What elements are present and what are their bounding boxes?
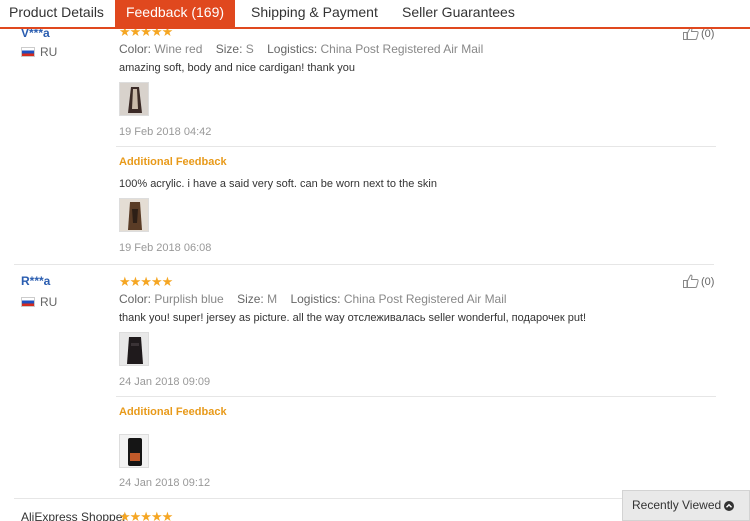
buyer-name[interactable]: R***a <box>21 274 50 288</box>
tab-bar: Product Details Feedback (169) Shipping … <box>0 0 750 29</box>
chevron-up-icon <box>724 501 734 511</box>
size-label: Size: <box>237 292 264 306</box>
logistics-value: China Post Registered Air Mail <box>343 292 507 306</box>
review-text: amazing soft, body and nice cardigan! th… <box>119 62 356 74</box>
logistics-label: Logistics: <box>290 292 341 306</box>
star-rating: ★★★★★ <box>119 509 173 521</box>
size-value: M <box>267 292 278 306</box>
tab-seller-guarantees[interactable]: Seller Guarantees <box>402 0 515 27</box>
review-text: thank you! super! jersey as picture. all… <box>119 312 587 324</box>
helpful-count: (0) <box>701 276 715 288</box>
tab-shipping-payment[interactable]: Shipping & Payment <box>251 0 378 27</box>
additional-feedback-text: 100% acrylic. i have a said very soft. c… <box>119 178 437 190</box>
helpful-button[interactable]: (0) <box>683 274 714 288</box>
additional-photo <box>120 199 148 231</box>
buyer-country: RU <box>21 45 57 59</box>
thumbs-up-icon <box>683 274 699 288</box>
additional-photo-thumbnail[interactable] <box>119 434 149 468</box>
star-rating: ★★★★★ <box>119 274 173 289</box>
review-photo <box>120 333 148 365</box>
order-info: Color: Wine red Size: S Logistics: China… <box>119 42 483 56</box>
helpful-count: (0) <box>701 28 715 40</box>
country-code: RU <box>40 45 58 59</box>
country-code: RU <box>40 295 58 309</box>
review-divider <box>14 264 714 265</box>
logistics-value: China Post Registered Air Mail <box>320 42 484 56</box>
logistics-label: Logistics: <box>267 42 318 56</box>
recently-viewed-label: Recently Viewed <box>632 498 722 512</box>
recently-viewed-button[interactable]: Recently Viewed <box>622 490 750 521</box>
color-label: Color: <box>119 292 152 306</box>
order-info: Color: Purplish blue Size: M Logistics: … <box>119 292 507 306</box>
additional-feedback-date: 19 Feb 2018 06:08 <box>119 242 212 254</box>
tab-product-details[interactable]: Product Details <box>9 0 104 27</box>
buyer-name[interactable]: AliExpress Shopper <box>21 510 126 521</box>
russia-flag-icon <box>21 297 35 307</box>
additional-photo <box>120 435 148 467</box>
review-date: 24 Jan 2018 09:09 <box>119 376 211 388</box>
size-value: S <box>245 42 254 56</box>
review-divider <box>14 498 714 499</box>
size-label: Size: <box>215 42 243 56</box>
divider <box>116 146 716 147</box>
additional-photo-thumbnail[interactable] <box>119 198 149 232</box>
color-value: Wine red <box>154 42 203 56</box>
review-photo-thumbnail[interactable] <box>119 332 149 366</box>
color-value: Purplish blue <box>154 292 224 306</box>
additional-feedback-label: Additional Feedback <box>119 156 227 168</box>
review-date: 19 Feb 2018 04:42 <box>119 126 212 138</box>
buyer-country: RU <box>21 295 57 309</box>
additional-feedback-date: 24 Jan 2018 09:12 <box>119 477 211 489</box>
tab-feedback[interactable]: Feedback (169) <box>115 0 235 29</box>
color-label: Color: <box>119 42 152 56</box>
review-photo-thumbnail[interactable] <box>119 82 149 116</box>
divider <box>116 396 716 397</box>
russia-flag-icon <box>21 47 35 57</box>
additional-feedback-label: Additional Feedback <box>119 406 227 418</box>
review-photo <box>120 83 148 115</box>
